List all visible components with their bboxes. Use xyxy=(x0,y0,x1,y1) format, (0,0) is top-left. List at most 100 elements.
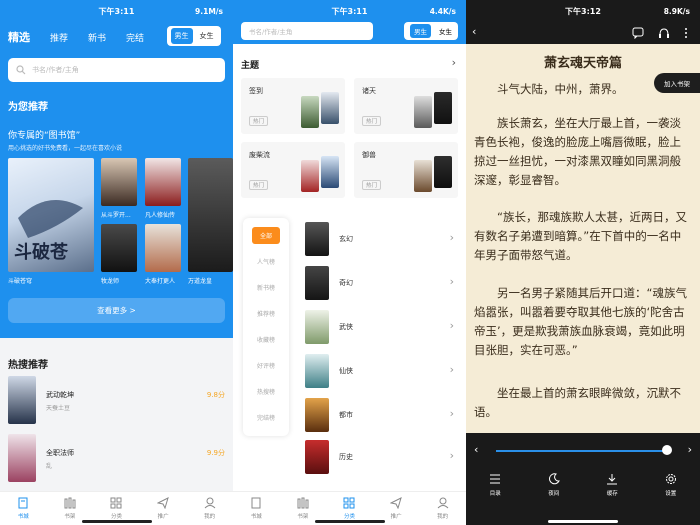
gender-toggle[interactable]: 男生 女生 xyxy=(404,22,458,40)
theme-name: 废柴流 xyxy=(249,151,270,159)
back-icon[interactable]: ‹ xyxy=(472,25,476,38)
tab-label: 夜间 xyxy=(548,491,560,497)
book-thumb xyxy=(321,156,339,188)
see-more-button[interactable]: 查看更多 > xyxy=(8,298,225,323)
tab-bookstore[interactable]: 书城 xyxy=(3,497,43,520)
tab-label: 分类 xyxy=(343,514,355,520)
tab-promote[interactable]: 推广 xyxy=(143,497,183,520)
tab-category[interactable]: 分类 xyxy=(329,497,369,520)
genre-name: 武侠 xyxy=(339,323,353,331)
genre-row[interactable]: 都市 › xyxy=(305,396,458,440)
ranking-item[interactable]: 完结榜 xyxy=(243,404,289,430)
book-author: 天蚕土豆 xyxy=(46,405,71,412)
genre-row[interactable]: 历史 › xyxy=(305,438,458,482)
book-cover[interactable] xyxy=(145,224,181,272)
status-speed: 8.9K/s xyxy=(663,6,690,16)
headphones-icon[interactable] xyxy=(658,27,670,39)
book-cover[interactable] xyxy=(101,158,137,206)
tab-bookstore[interactable]: 书城 xyxy=(236,497,276,520)
book-thumb xyxy=(305,266,329,300)
ranking-item[interactable]: 人气榜 xyxy=(243,248,289,274)
genre-row[interactable]: 玄幻 › xyxy=(305,220,458,264)
book-cover-large[interactable]: 斗破苍 xyxy=(8,158,94,272)
list-item[interactable]: 全职法师 乱 9.9分 xyxy=(8,434,225,486)
tab-shelf[interactable]: 书架 xyxy=(50,497,90,520)
gender-female[interactable]: 女生 xyxy=(439,26,452,36)
book-score: 9.9分 xyxy=(206,449,225,457)
book-cover-large[interactable] xyxy=(188,158,233,272)
ranking-item[interactable]: 推荐榜 xyxy=(243,300,289,326)
gender-toggle[interactable]: 男生 女生 xyxy=(167,26,221,46)
list-item[interactable]: 武动乾坤 天蚕土豆 9.8分 xyxy=(8,376,225,428)
gender-male[interactable]: 男生 xyxy=(170,28,193,44)
tab-category[interactable]: 分类 xyxy=(96,497,136,520)
reader-controls: ‹ › 目录 夜间 缓存 设置 xyxy=(466,433,700,525)
chevron-right-icon[interactable]: › xyxy=(452,56,456,69)
slider-knob[interactable] xyxy=(662,445,672,455)
theme-card[interactable]: 诸天 热门 xyxy=(354,78,458,134)
chevron-right-icon: › xyxy=(449,407,454,420)
tab-promote[interactable]: 推广 xyxy=(376,497,416,520)
chevron-right-icon: › xyxy=(449,275,454,288)
gender-female[interactable]: 女生 xyxy=(196,28,218,44)
bookstore-header: 下午3:11 9.1M/s 精选 推荐 新书 完结 男生 女生 书名/作者/主角… xyxy=(0,0,233,338)
tab-label: 缓存 xyxy=(606,491,618,497)
tab-profile[interactable]: 我的 xyxy=(190,497,230,520)
chevron-right-icon: › xyxy=(449,363,454,376)
search-icon xyxy=(16,65,26,75)
theme-card[interactable]: 废柴流 热门 xyxy=(241,142,345,198)
ranking-label: 全部 xyxy=(251,226,280,244)
theme-card[interactable]: 御兽 热门 xyxy=(354,142,458,198)
theme-badge: 热门 xyxy=(249,180,269,190)
book-name: 全职法师 xyxy=(46,449,74,457)
gender-male[interactable]: 男生 xyxy=(410,24,431,38)
ranking-list: 全部 人气榜 新书榜 推荐榜 收藏榜 好评榜 热搜榜 完结榜 xyxy=(243,218,289,436)
status-bar: 下午3:11 9.1M/s xyxy=(0,0,233,22)
library-title: 你专属的“图书馆” xyxy=(8,131,81,141)
status-speed: 9.1M/s xyxy=(195,6,223,16)
genre-row[interactable]: 奇幻 › xyxy=(305,264,458,308)
book-thumb xyxy=(8,434,36,482)
genre-row[interactable]: 武侠 › xyxy=(305,308,458,352)
slider-track[interactable] xyxy=(496,450,670,452)
ranking-item[interactable]: 新书榜 xyxy=(243,274,289,300)
search-input[interactable]: 书名/作者/主角 xyxy=(8,58,225,82)
tab-toc[interactable]: 目录 xyxy=(475,473,515,497)
tab-recommend[interactable]: 推荐 xyxy=(50,31,68,44)
book-cover[interactable] xyxy=(145,158,181,206)
tab-cache[interactable]: 缓存 xyxy=(592,473,632,497)
next-chapter-icon[interactable]: › xyxy=(688,443,692,456)
tab-featured[interactable]: 精选 xyxy=(8,29,30,45)
ranking-item[interactable]: 好评榜 xyxy=(243,352,289,378)
ranking-item[interactable]: 收藏榜 xyxy=(243,326,289,352)
chevron-right-icon: › xyxy=(449,231,454,244)
prev-chapter-icon[interactable]: ‹ xyxy=(474,443,478,456)
tab-label: 目录 xyxy=(489,491,501,497)
book-score: 9.8分 xyxy=(206,391,225,399)
paragraph: 另一名男子紧随其后开口道：“魂族气焰嚣张，叫嚣着要夺取其他七族的‘陀舍古帝玉’，… xyxy=(474,286,687,357)
tab-night[interactable]: 夜间 xyxy=(534,473,574,497)
book-title: 斗破苍穹 xyxy=(8,278,33,285)
book-thumb xyxy=(301,96,319,128)
tab-new[interactable]: 新书 xyxy=(88,31,106,44)
book-thumb xyxy=(8,376,36,424)
ranking-item-all[interactable]: 全部 xyxy=(243,222,289,248)
ranking-item[interactable]: 热搜榜 xyxy=(243,378,289,404)
comment-icon[interactable] xyxy=(632,27,644,39)
search-input[interactable]: 书名/作者/主角 xyxy=(241,22,373,40)
progress-slider[interactable]: ‹ › xyxy=(474,443,692,459)
reader-panel: 下午3:12 8.9K/s ‹ 萧玄魂天帝篇 加入书架 斗气大陆，中州，萧界。 … xyxy=(466,0,700,525)
tab-label: 分类 xyxy=(110,514,122,520)
book-icon xyxy=(18,497,28,509)
tab-profile[interactable]: 我的 xyxy=(423,497,463,520)
genre-row[interactable]: 仙侠 › xyxy=(305,352,458,396)
genre-name: 奇幻 xyxy=(339,279,353,287)
tab-finished[interactable]: 完结 xyxy=(126,31,144,44)
book-cover[interactable] xyxy=(101,224,137,272)
theme-card[interactable]: 签到 热门 xyxy=(241,78,345,134)
book-thumb xyxy=(434,156,452,188)
more-icon[interactable] xyxy=(680,27,692,39)
search-placeholder: 书名/作者/主角 xyxy=(32,66,79,74)
tab-shelf[interactable]: 书架 xyxy=(283,497,323,520)
tab-settings[interactable]: 设置 xyxy=(651,473,691,497)
